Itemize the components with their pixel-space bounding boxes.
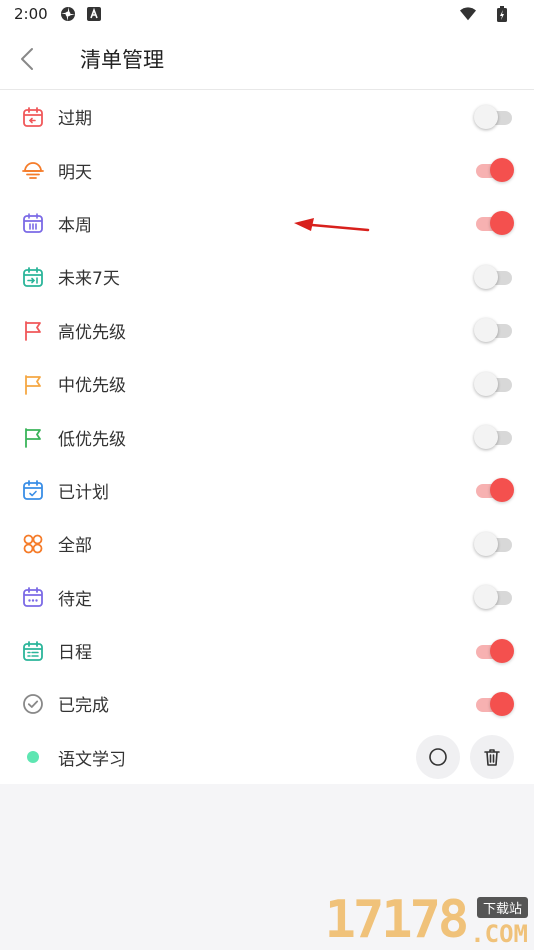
list-item-next-7-days: 未来7天 bbox=[0, 250, 534, 303]
list-settings: 过期 明天 本周 未来7天 高优先级 中优先级 低优先级 已计划 全部 待定 日… bbox=[0, 90, 534, 784]
delete-list-button[interactable] bbox=[470, 735, 514, 780]
toggle-low-priority[interactable] bbox=[474, 424, 514, 450]
list-item-custom: 语文学习 bbox=[0, 731, 534, 784]
app-notification-icon bbox=[86, 6, 102, 22]
hide-list-button[interactable] bbox=[416, 735, 460, 780]
site-watermark: 17178 下载站 .COM bbox=[304, 886, 534, 950]
toggle-next-7-days[interactable] bbox=[474, 264, 514, 290]
list-item-label: 本周 bbox=[58, 215, 92, 236]
toggle-completed[interactable] bbox=[474, 691, 514, 717]
page-title: 清单管理 bbox=[80, 47, 164, 72]
list-item-low-priority: 低优先级 bbox=[0, 410, 534, 463]
toggle-overdue[interactable] bbox=[474, 104, 514, 130]
list-item-pending: 待定 bbox=[0, 571, 534, 624]
toggle-high-priority[interactable] bbox=[474, 317, 514, 343]
list-item-overdue: 过期 bbox=[0, 90, 534, 143]
list-item-planned: 已计划 bbox=[0, 464, 534, 517]
battery-icon bbox=[494, 6, 510, 22]
circle-icon bbox=[429, 748, 447, 767]
list-item-label: 已完成 bbox=[58, 696, 109, 717]
toggle-schedule[interactable] bbox=[474, 638, 514, 664]
list-item-this-week: 本周 bbox=[0, 197, 534, 250]
annotation-arrow-icon bbox=[294, 218, 370, 232]
toggle-all[interactable] bbox=[474, 531, 514, 557]
list-item-label: 全部 bbox=[58, 536, 92, 557]
status-time: 2:00 bbox=[14, 5, 48, 23]
list-item-high-priority: 高优先级 bbox=[0, 304, 534, 357]
watermark-number: 17178 bbox=[324, 890, 470, 950]
back-button[interactable] bbox=[0, 28, 54, 90]
flag-medium-icon bbox=[20, 371, 46, 397]
list-item-label: 中优先级 bbox=[58, 376, 126, 397]
watermark-domain: .COM bbox=[470, 920, 528, 948]
flag-high-icon bbox=[20, 317, 46, 343]
toggle-planned[interactable] bbox=[474, 477, 514, 503]
toggle-tomorrow[interactable] bbox=[474, 157, 514, 183]
list-item-label: 未来7天 bbox=[58, 269, 120, 290]
list-color-dot bbox=[20, 744, 46, 770]
app-header: 清单管理 bbox=[0, 28, 534, 90]
trash-icon bbox=[484, 749, 500, 767]
list-item-completed: 已完成 bbox=[0, 677, 534, 730]
list-item-label: 低优先级 bbox=[58, 429, 126, 450]
list-item-label: 已计划 bbox=[58, 482, 109, 503]
list-item-label: 明天 bbox=[58, 162, 92, 183]
calendar-week-icon bbox=[20, 210, 46, 236]
wifi-icon bbox=[460, 6, 476, 22]
toggle-pending[interactable] bbox=[474, 584, 514, 610]
toggle-this-week[interactable] bbox=[474, 210, 514, 236]
grid-circles-icon bbox=[20, 531, 46, 557]
list-item-label: 待定 bbox=[58, 589, 92, 610]
list-item-all: 全部 bbox=[0, 517, 534, 570]
list-item-label: 日程 bbox=[58, 643, 92, 664]
watermark-tag: 下载站 bbox=[476, 897, 528, 918]
calendar-next-icon bbox=[20, 264, 46, 290]
check-circle-icon bbox=[20, 691, 46, 717]
sync-icon bbox=[60, 6, 76, 22]
list-item-medium-priority: 中优先级 bbox=[0, 357, 534, 410]
calendar-schedule-icon bbox=[20, 638, 46, 664]
chevron-left-icon bbox=[21, 47, 33, 70]
flag-low-icon bbox=[20, 424, 46, 450]
list-item-tomorrow: 明天 bbox=[0, 143, 534, 196]
list-item-label: 过期 bbox=[58, 109, 92, 130]
calendar-dots-icon bbox=[20, 584, 46, 610]
list-item-label: 高优先级 bbox=[58, 322, 126, 343]
toggle-medium-priority[interactable] bbox=[474, 371, 514, 397]
calendar-overdue-icon bbox=[20, 104, 46, 130]
list-item-label: 语文学习 bbox=[58, 749, 126, 770]
sunrise-icon bbox=[20, 157, 46, 183]
list-item-schedule: 日程 bbox=[0, 624, 534, 677]
status-bar: 2:00 bbox=[0, 0, 534, 28]
calendar-check-icon bbox=[20, 477, 46, 503]
